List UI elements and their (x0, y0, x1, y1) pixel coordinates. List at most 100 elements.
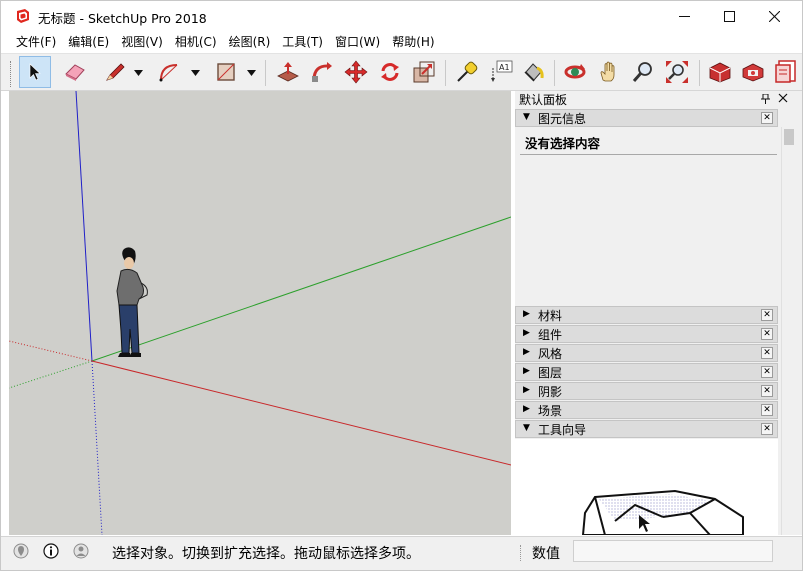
tray-materials[interactable]: ▶ 材料 ✕ (515, 306, 778, 324)
sketchup-window: 无标题 - SketchUp Pro 2018 文件(F) 编辑(E) 视图(V… (0, 0, 803, 571)
move-icon (344, 60, 368, 84)
toolbar-separator (554, 60, 555, 86)
rectangle-tool-button[interactable] (210, 56, 242, 88)
sign-in-button[interactable] (73, 543, 89, 559)
tray-title: 默认面板 (519, 93, 568, 107)
menu-file[interactable]: 文件(F) (10, 32, 62, 52)
tray-styles[interactable]: ▶ 风格 ✕ (515, 344, 778, 362)
minimize-button[interactable] (661, 1, 707, 31)
paint-bucket-tool-button[interactable] (518, 56, 550, 88)
paint-bucket-icon (524, 63, 544, 82)
entity-info-header[interactable]: ▼ 图元信息 ✕ (515, 109, 778, 127)
rectangle-icon (217, 63, 235, 81)
menu-draw[interactable]: 绘图(R) (223, 32, 277, 52)
close-icon (778, 93, 788, 103)
geo-location-icon (13, 543, 29, 559)
close-icon[interactable]: ✕ (761, 309, 773, 321)
pin-icon (761, 93, 770, 104)
tray-scenes[interactable]: ▶ 场景 ✕ (515, 401, 778, 419)
no-selection-text: 没有选择内容 (525, 136, 601, 151)
zoom-extents-tool-button[interactable] (661, 56, 693, 88)
expand-arrow-icon: ▶ (523, 309, 530, 319)
close-button[interactable] (751, 1, 797, 31)
move-tool-button[interactable] (340, 56, 372, 88)
chevron-down-icon (133, 70, 143, 76)
menu-view[interactable]: 视图(V) (115, 32, 169, 52)
scroll-thumb[interactable] (784, 129, 794, 145)
tray-close-button[interactable] (778, 92, 788, 106)
measurements-input[interactable] (573, 540, 773, 562)
maximize-button[interactable] (706, 1, 752, 31)
arc-tool-dropdown[interactable] (190, 67, 200, 79)
close-icon[interactable]: ✕ (761, 404, 773, 416)
close-icon[interactable]: ✕ (761, 366, 773, 378)
orbit-tool-button[interactable] (559, 56, 591, 88)
drawing-viewport[interactable] (9, 91, 511, 535)
tray-instructor[interactable]: ▼ 工具向导 ✕ (515, 420, 778, 438)
chevron-down-icon (190, 70, 200, 76)
toolbar-grip[interactable] (10, 61, 13, 87)
extension-warehouse-button[interactable] (737, 56, 769, 88)
eraser-tool-button[interactable] (59, 56, 91, 88)
tape-measure-icon (457, 61, 478, 82)
tape-measure-tool-button[interactable] (451, 56, 483, 88)
expand-arrow-icon: ▶ (523, 366, 530, 376)
chevron-down-icon (246, 70, 256, 76)
layout-button[interactable] (770, 56, 802, 88)
rotate-tool-button[interactable] (374, 56, 406, 88)
text-tool-label: A1 (499, 63, 510, 72)
pan-tool-button[interactable] (593, 56, 625, 88)
tray-scrollbar[interactable] (781, 127, 795, 535)
warehouse-icon (709, 62, 731, 83)
tray-label: 阴影 (538, 385, 563, 399)
close-icon[interactable]: ✕ (761, 328, 773, 340)
close-icon[interactable]: ✕ (761, 347, 773, 359)
tray-shadows[interactable]: ▶ 阴影 ✕ (515, 382, 778, 400)
scale-tool-button[interactable] (408, 56, 440, 88)
minimize-icon (678, 15, 690, 17)
line-pencil-icon (106, 63, 125, 81)
status-message: 选择对象。切换到扩充选择。拖动鼠标选择多项。 (112, 546, 420, 562)
menu-bar: 文件(F) 编辑(E) 视图(V) 相机(C) 绘图(R) 工具(T) 窗口(W… (1, 32, 802, 52)
line-tool-dropdown[interactable] (133, 67, 143, 79)
entity-info-content: 没有选择内容 (515, 127, 778, 305)
text-tool-button[interactable]: A1 (485, 56, 517, 88)
menu-edit[interactable]: 编辑(E) (62, 32, 115, 52)
divider (520, 154, 777, 155)
push-pull-tool-button[interactable] (272, 56, 304, 88)
zoom-icon (632, 62, 652, 82)
title-bar: 无标题 - SketchUp Pro 2018 (1, 1, 802, 31)
close-icon[interactable]: ✕ (761, 423, 773, 435)
close-icon[interactable]: ✕ (761, 385, 773, 397)
extension-warehouse-icon (742, 63, 764, 82)
menu-help[interactable]: 帮助(H) (386, 32, 440, 52)
credits-button[interactable] (43, 543, 59, 559)
tray-label: 图层 (538, 366, 563, 380)
sketchup-logo-icon (17, 9, 29, 23)
arc-tool-button[interactable] (154, 56, 186, 88)
toolbar-separator (445, 60, 446, 86)
menu-tools[interactable]: 工具(T) (276, 32, 329, 52)
expand-arrow-icon: ▶ (523, 385, 530, 395)
tray-label: 风格 (538, 347, 563, 361)
tray-pin-button[interactable] (761, 93, 770, 107)
select-tool-button[interactable] (19, 56, 51, 88)
tray-layers[interactable]: ▶ 图层 ✕ (515, 363, 778, 381)
geo-location-button[interactable] (13, 543, 29, 559)
menu-window[interactable]: 窗口(W) (329, 32, 386, 52)
toolbar-separator (265, 60, 266, 86)
entity-info-label: 图元信息 (538, 112, 587, 126)
collapse-arrow-icon: ▼ (523, 423, 530, 433)
warehouse-button[interactable] (704, 56, 736, 88)
line-tool-button[interactable] (99, 56, 131, 88)
expand-arrow-icon: ▶ (523, 404, 530, 414)
rectangle-tool-dropdown[interactable] (246, 67, 256, 79)
zoom-tool-button[interactable] (627, 56, 659, 88)
scale-icon (413, 61, 435, 83)
tray-components[interactable]: ▶ 组件 ✕ (515, 325, 778, 343)
follow-me-tool-button[interactable] (306, 56, 338, 88)
menu-camera[interactable]: 相机(C) (169, 32, 223, 52)
collapse-arrow-icon: ▼ (523, 112, 530, 122)
scene-canvas[interactable] (9, 91, 511, 535)
close-icon[interactable]: ✕ (761, 112, 773, 124)
